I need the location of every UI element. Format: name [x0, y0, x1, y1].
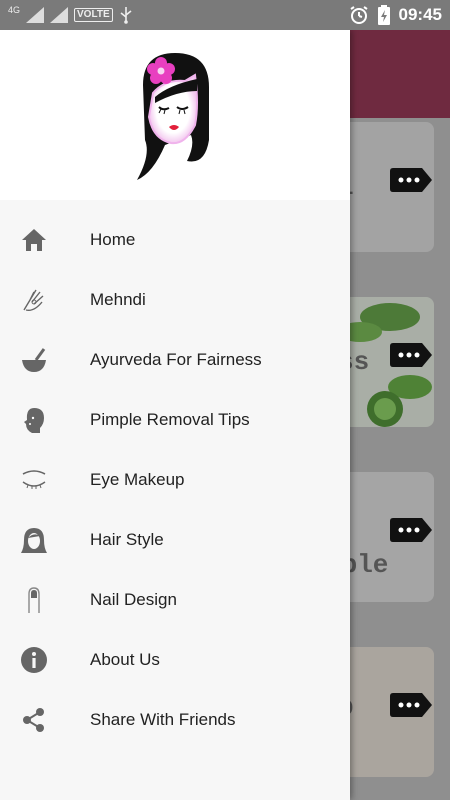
- network-type: 4G: [8, 5, 21, 15]
- menu-item-eye-makeup[interactable]: Eye Makeup: [0, 450, 350, 510]
- menu-item-mehndi[interactable]: Mehndi: [0, 270, 350, 330]
- drawer-menu: Home Mehndi Ayurveda For Fairness Pimple…: [0, 200, 350, 750]
- menu-item-label: Share With Friends: [90, 710, 236, 729]
- menu-item-label: Nail Design: [90, 590, 177, 609]
- menu-item-label: Eye Makeup: [90, 470, 185, 489]
- menu-item-label: Home: [90, 230, 136, 249]
- menu-item-nail-design[interactable]: Nail Design: [0, 570, 350, 630]
- menu-item-label: Pimple Removal Tips: [90, 410, 250, 429]
- menu-item-home[interactable]: Home: [0, 210, 350, 270]
- nail-icon: [0, 570, 90, 630]
- menu-item-about-us[interactable]: About Us: [0, 630, 350, 690]
- share-icon: [0, 690, 90, 750]
- more-options-icon[interactable]: [390, 693, 432, 717]
- signal-icon: [26, 7, 45, 23]
- more-options-icon[interactable]: [390, 168, 432, 192]
- info-icon: [0, 630, 90, 690]
- volte-badge: VOLTE: [74, 8, 113, 22]
- menu-item-hair-style[interactable]: Hair Style: [0, 510, 350, 570]
- girl-face-logo: [137, 53, 209, 180]
- more-options-icon[interactable]: [390, 343, 432, 367]
- menu-item-label: Ayurveda For Fairness: [90, 350, 262, 369]
- face-profile-icon: [0, 390, 90, 450]
- menu-item-pimple[interactable]: Pimple Removal Tips: [0, 390, 350, 450]
- more-options-icon[interactable]: [390, 518, 432, 542]
- status-bar: 4G VOLTE 09:45: [0, 0, 450, 30]
- battery-icon: [377, 5, 390, 25]
- mortar-pestle-icon: [0, 330, 90, 390]
- menu-item-share[interactable]: Share With Friends: [0, 690, 350, 750]
- menu-item-label: About Us: [90, 650, 160, 669]
- drawer-header: [0, 30, 350, 200]
- hair-icon: [0, 510, 90, 570]
- status-time: 09:45: [398, 5, 442, 24]
- menu-item-label: Mehndi: [90, 290, 146, 309]
- hand-icon: [0, 270, 90, 330]
- usb-icon: [120, 7, 132, 24]
- navigation-drawer: Home Mehndi Ayurveda For Fairness Pimple…: [0, 30, 350, 800]
- menu-item-ayurveda[interactable]: Ayurveda For Fairness: [0, 330, 350, 390]
- alarm-icon: [349, 6, 368, 24]
- eye-icon: [0, 450, 90, 510]
- signal-icon-2: [50, 7, 69, 23]
- home-icon: [0, 210, 90, 270]
- menu-item-label: Hair Style: [90, 530, 164, 549]
